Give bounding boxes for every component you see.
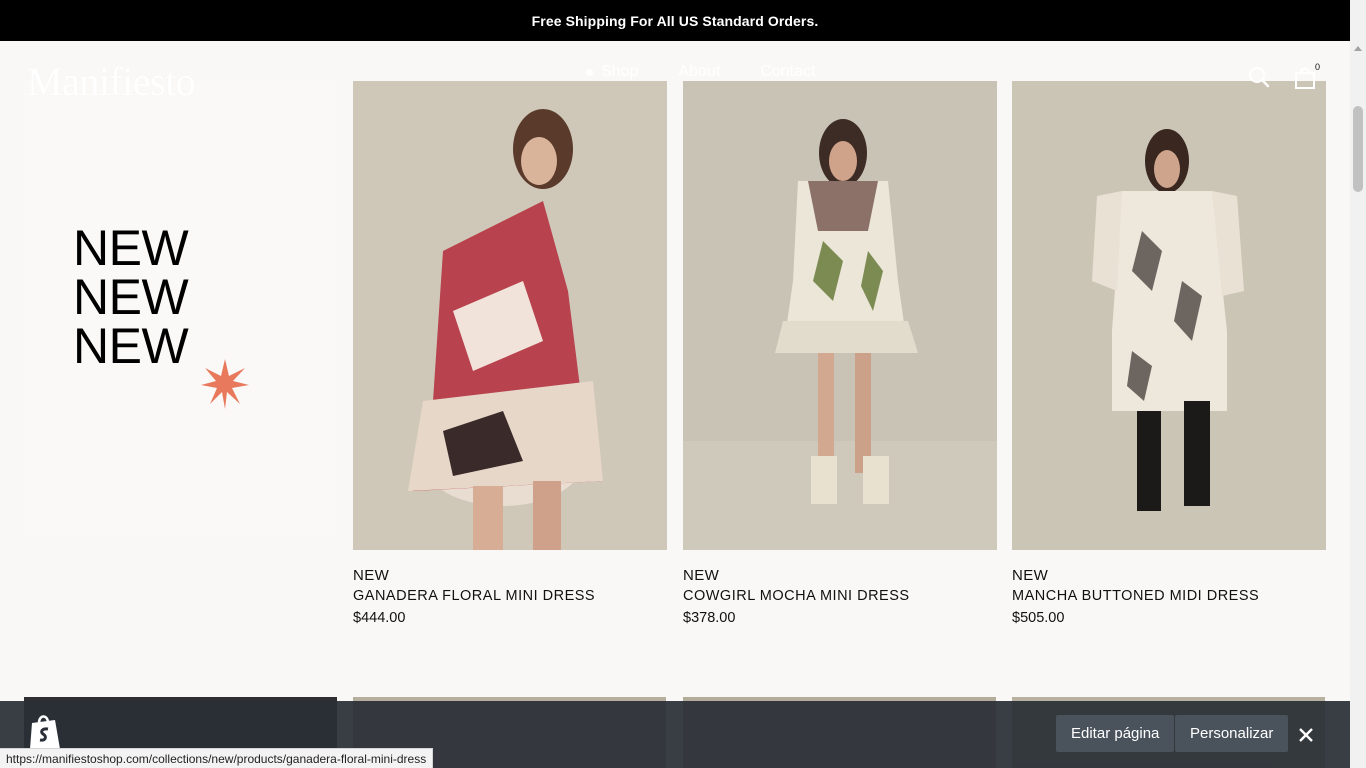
- product-image[interactable]: [683, 81, 997, 550]
- product-card[interactable]: NEW COWGIRL MOCHA MINI DRESS $378.00: [683, 81, 997, 626]
- page-scrollbar[interactable]: [1350, 0, 1366, 768]
- promo-line: NEW: [73, 318, 189, 374]
- shopify-bag-icon[interactable]: [27, 713, 63, 751]
- nav-label: About: [678, 63, 721, 80]
- product-image[interactable]: [353, 81, 667, 550]
- promo-line: NEW: [73, 220, 189, 276]
- product-name[interactable]: MANCHA BUTTONED MIDI DRESS: [1012, 588, 1326, 604]
- product-card[interactable]: NEW GANADERA FLORAL MINI DRESS $444.00: [353, 81, 667, 626]
- announcement-bar: Free Shipping For All US Standard Orders…: [0, 0, 1350, 41]
- product-badge: NEW: [683, 567, 720, 584]
- nav-label: Contact: [760, 63, 816, 80]
- product-badge: NEW: [353, 567, 390, 584]
- header-actions: 0: [1247, 62, 1321, 90]
- promo-words: NEW NEW NEW: [73, 220, 189, 374]
- cart-icon: [1295, 67, 1315, 89]
- cart-count: 0: [1315, 62, 1321, 72]
- product-name[interactable]: COWGIRL MOCHA MINI DRESS: [683, 588, 997, 604]
- product-name[interactable]: GANADERA FLORAL MINI DRESS: [353, 588, 667, 604]
- scroll-up-arrow-icon[interactable]: [1354, 46, 1362, 51]
- product-card[interactable]: NEW MANCHA BUTTONED MIDI DRESS $505.00: [1012, 81, 1326, 626]
- product-image[interactable]: [1012, 81, 1326, 550]
- promo-tile[interactable]: NEW NEW NEW: [24, 81, 337, 536]
- star-icon: [201, 359, 249, 409]
- customize-button[interactable]: Personalizar: [1175, 715, 1289, 752]
- nav-item-contact[interactable]: Contact: [760, 63, 815, 81]
- nav-label: Shop: [601, 63, 639, 80]
- nav-item-shop[interactable]: Shop: [586, 63, 638, 81]
- edit-page-button[interactable]: Editar página: [1056, 715, 1175, 752]
- product-price: $505.00: [1012, 610, 1065, 626]
- main-nav: Shop About Contact: [586, 63, 815, 81]
- product-price: $378.00: [683, 610, 736, 626]
- close-icon[interactable]: [1298, 727, 1314, 743]
- status-bar-url: https://manifiestoshop.com/collections/n…: [0, 748, 434, 768]
- promo-line: NEW: [73, 269, 189, 325]
- cart-button[interactable]: 0: [1293, 62, 1321, 90]
- nav-item-about[interactable]: About: [678, 63, 720, 81]
- site-logo[interactable]: Manifiesto: [27, 58, 196, 105]
- scrollbar-thumb[interactable]: [1353, 106, 1363, 192]
- product-badge: NEW: [1012, 567, 1049, 584]
- announcement-text: Free Shipping For All US Standard Orders…: [531, 12, 819, 29]
- product-price: $444.00: [353, 610, 406, 626]
- search-icon[interactable]: [1247, 65, 1271, 89]
- active-dot-icon: [586, 68, 593, 76]
